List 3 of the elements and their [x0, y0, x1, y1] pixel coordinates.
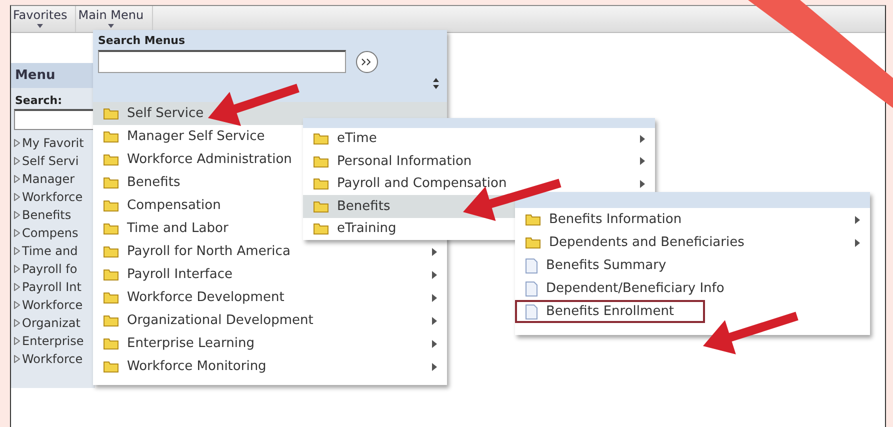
search-menus-label: Search Menus: [98, 34, 186, 47]
search-label: Search:: [14, 93, 63, 109]
sidebar-title: Menu: [11, 63, 95, 88]
